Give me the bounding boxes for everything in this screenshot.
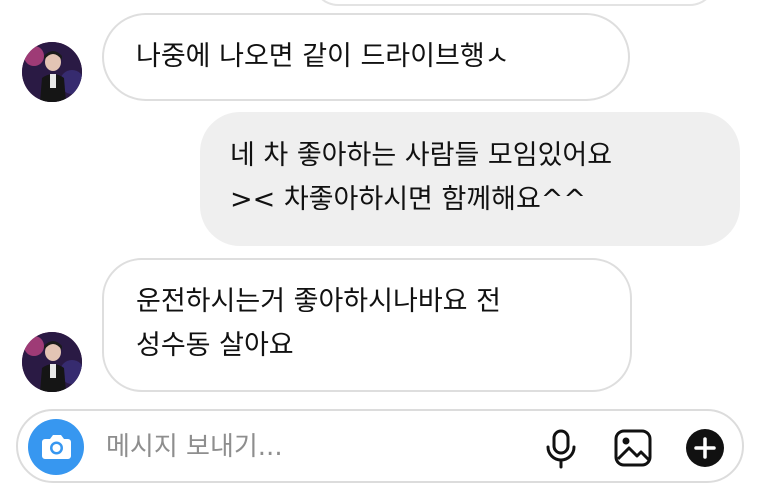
avatar-photo [22,42,82,102]
more-options-button[interactable] [682,425,728,471]
voice-message-button[interactable] [538,425,584,471]
message-input[interactable] [106,425,526,469]
avatar-photo [22,332,82,392]
camera-icon [42,435,71,459]
message-text: 네 차 좋아하는 사람들 모임있어요 [230,140,613,171]
message-text: >< 차좋아하시면 함께해요^^ [230,184,587,215]
microphone-icon [546,429,576,469]
message-bubble-outgoing[interactable]: 네 차 좋아하는 사람들 모임있어요 >< 차좋아하시면 함께해요^^ [200,112,740,246]
plus-icon [686,429,724,467]
avatar[interactable] [22,332,82,392]
message-bubble-incoming[interactable]: 운전하시는거 좋아하시나바요 전 성수동 살아요 [102,258,632,392]
gallery-button[interactable] [610,425,656,471]
message-thread: 나중에 나오면 같이 드라이브행ㅅ 네 차 좋아하는 사람들 모임있어요 >< … [0,0,772,412]
camera-button[interactable] [28,419,84,475]
previous-message-bubble-edge [312,0,716,6]
message-composer [16,409,744,483]
message-text: 운전하시는거 좋아하시나바요 전 [136,286,501,317]
avatar[interactable] [22,42,82,102]
message-bubble-incoming[interactable]: 나중에 나오면 같이 드라이브행ㅅ [102,13,630,101]
message-text: 나중에 나오면 같이 드라이브행ㅅ [136,41,510,72]
message-text: 성수동 살아요 [136,330,294,361]
gallery-icon [614,429,652,467]
